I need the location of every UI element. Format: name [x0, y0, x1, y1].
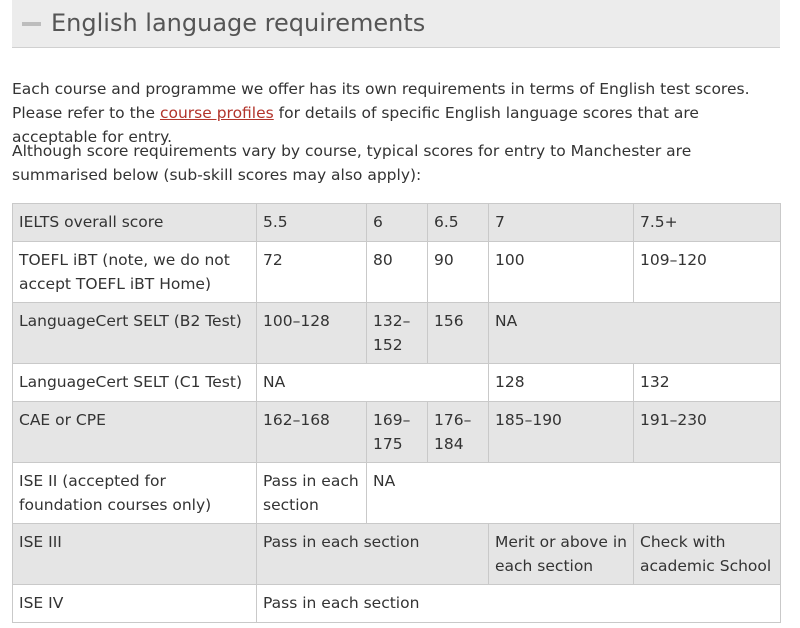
table-cell: 7: [488, 203, 634, 242]
table-row-toefl: TOEFL iBT (note, we do not accept TOEFL …: [12, 241, 781, 303]
section-title: English language requirements: [51, 9, 426, 37]
accordion-header[interactable]: English language requirements: [12, 0, 780, 48]
row-label: LanguageCert SELT (C1 Test): [12, 363, 257, 402]
row-label: ISE III: [12, 523, 257, 585]
table-cell: NA: [366, 462, 781, 524]
scores-table: IELTS overall score 5.5 6 6.5 7 7.5+ TOE…: [12, 203, 781, 623]
table-cell: Pass in each section: [256, 523, 489, 585]
table-cell: 132: [633, 363, 781, 402]
minus-icon[interactable]: [22, 22, 41, 26]
table-cell: Pass in each section: [256, 462, 367, 524]
table-cell: 5.5: [256, 203, 367, 242]
table-cell: 7.5+: [633, 203, 781, 242]
table-cell: Pass in each section: [256, 584, 781, 623]
table-row-cae-cpe: CAE or CPE 162–168 169–175 176–184 185–1…: [12, 401, 781, 463]
page: English language requirements Each cours…: [0, 0, 800, 628]
table-cell: 6: [366, 203, 428, 242]
table-cell: 191–230: [633, 401, 781, 463]
table-row-ise-iii: ISE III Pass in each section Merit or ab…: [12, 523, 781, 585]
table-cell: Check with academic School: [633, 523, 781, 585]
row-label: CAE or CPE: [12, 401, 257, 463]
summary-paragraph: Although score requirements vary by cour…: [12, 142, 692, 184]
table-cell: 109–120: [633, 241, 781, 303]
table-cell: 72: [256, 241, 367, 303]
row-label: ISE II (accepted for foundation courses …: [12, 462, 257, 524]
row-label: TOEFL iBT (note, we do not accept TOEFL …: [12, 241, 257, 303]
table-cell: 6.5: [427, 203, 489, 242]
table-cell: NA: [488, 302, 781, 364]
course-profiles-link[interactable]: course profiles: [160, 104, 274, 122]
table-cell: 156: [427, 302, 489, 364]
row-label: ISE IV: [12, 584, 257, 623]
table-cell: 169–175: [366, 401, 428, 463]
table-cell: 100: [488, 241, 634, 303]
table-cell: 80: [366, 241, 428, 303]
table-cell: 90: [427, 241, 489, 303]
table-row-ielts: IELTS overall score 5.5 6 6.5 7 7.5+: [12, 203, 781, 242]
row-label: IELTS overall score: [12, 203, 257, 242]
table-row-ise-ii: ISE II (accepted for foundation courses …: [12, 462, 781, 524]
table-row-languagecert-b2: LanguageCert SELT (B2 Test) 100–128 132–…: [12, 302, 781, 364]
table-row-languagecert-c1: LanguageCert SELT (C1 Test) NA 128 132: [12, 363, 781, 402]
table-cell: Merit or above in each section: [488, 523, 634, 585]
table-cell: 132–152: [366, 302, 428, 364]
table-cell: 176–184: [427, 401, 489, 463]
table-cell: NA: [256, 363, 489, 402]
table-cell: 128: [488, 363, 634, 402]
row-label: LanguageCert SELT (B2 Test): [12, 302, 257, 364]
table-cell: 100–128: [256, 302, 367, 364]
table-cell: 185–190: [488, 401, 634, 463]
table-row-ise-iv: ISE IV Pass in each section: [12, 584, 781, 623]
table-cell: 162–168: [256, 401, 367, 463]
